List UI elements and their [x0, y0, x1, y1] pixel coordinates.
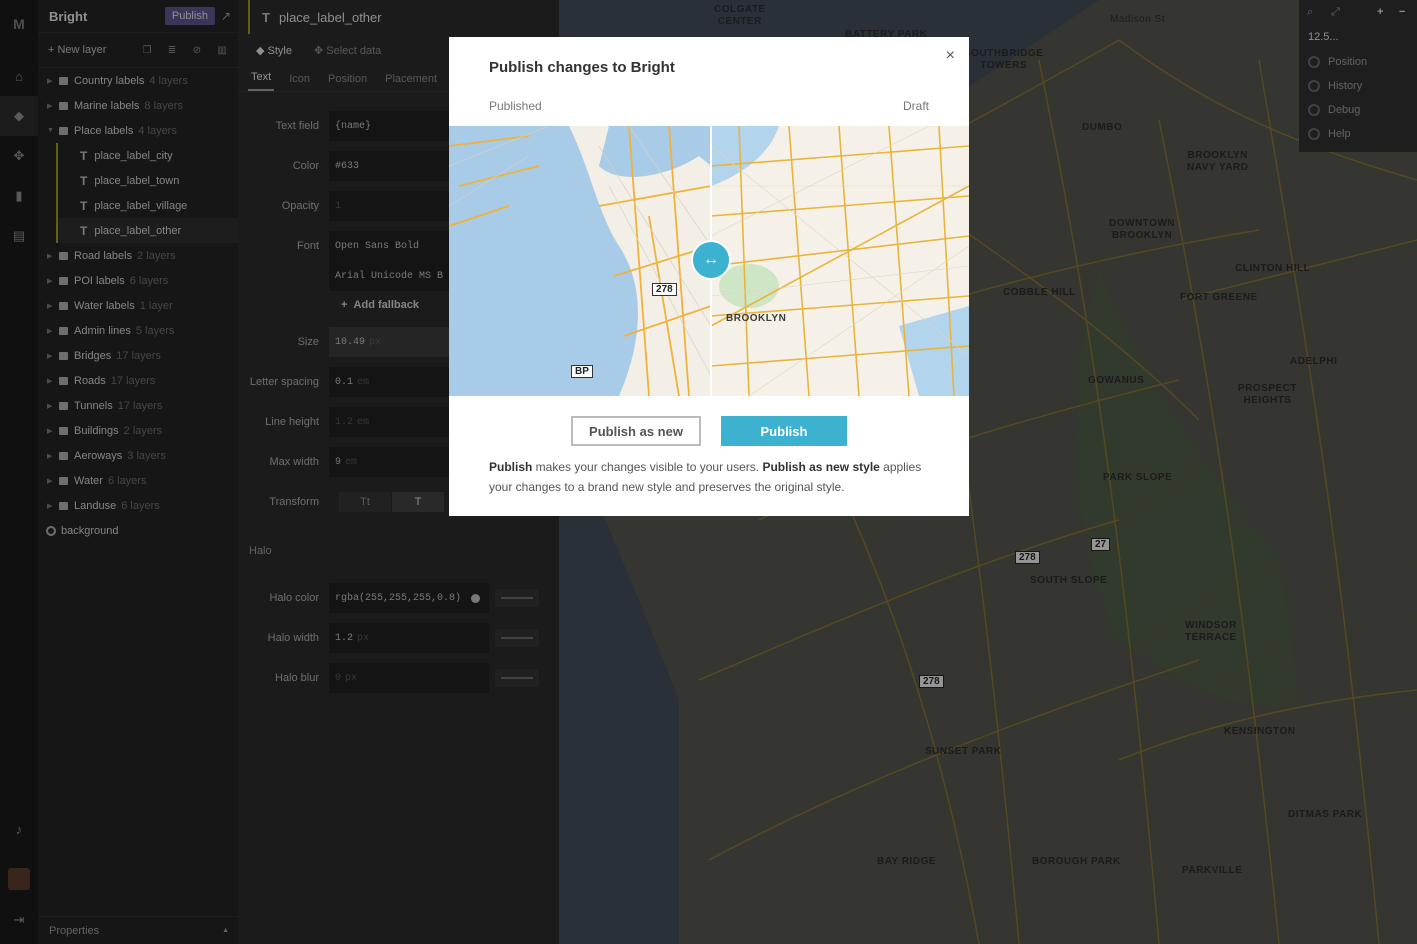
published-label: Published — [489, 99, 542, 113]
desc-publish-new-term: Publish as new style — [762, 460, 880, 474]
draft-label: Draft — [902, 99, 929, 113]
preview-shield-bp: BP — [571, 365, 593, 378]
publish-confirm-button[interactable]: Publish — [721, 416, 847, 446]
publish-modal: Publish changes to Bright × Published Dr… — [449, 37, 969, 516]
close-icon[interactable]: × — [946, 47, 955, 65]
app-root: M ⌂ ◆ ✥ ▮ ▤ ♪ ⇥ Bright Publish ↗ + New l… — [0, 0, 1417, 944]
desc-publish-term: Publish — [489, 460, 533, 474]
compare-slider-handle[interactable]: ↔ — [691, 240, 731, 280]
publish-as-new-button[interactable]: Publish as new — [571, 416, 701, 446]
preview-shield-278: 278 — [652, 283, 677, 296]
desc-publish-text: makes your changes visible to your users… — [532, 460, 763, 474]
publish-description: Publish makes your changes visible to yo… — [489, 457, 929, 497]
modal-title: Publish changes to Bright — [489, 59, 675, 76]
preview-label-brooklyn: BROOKLYN — [726, 313, 787, 324]
